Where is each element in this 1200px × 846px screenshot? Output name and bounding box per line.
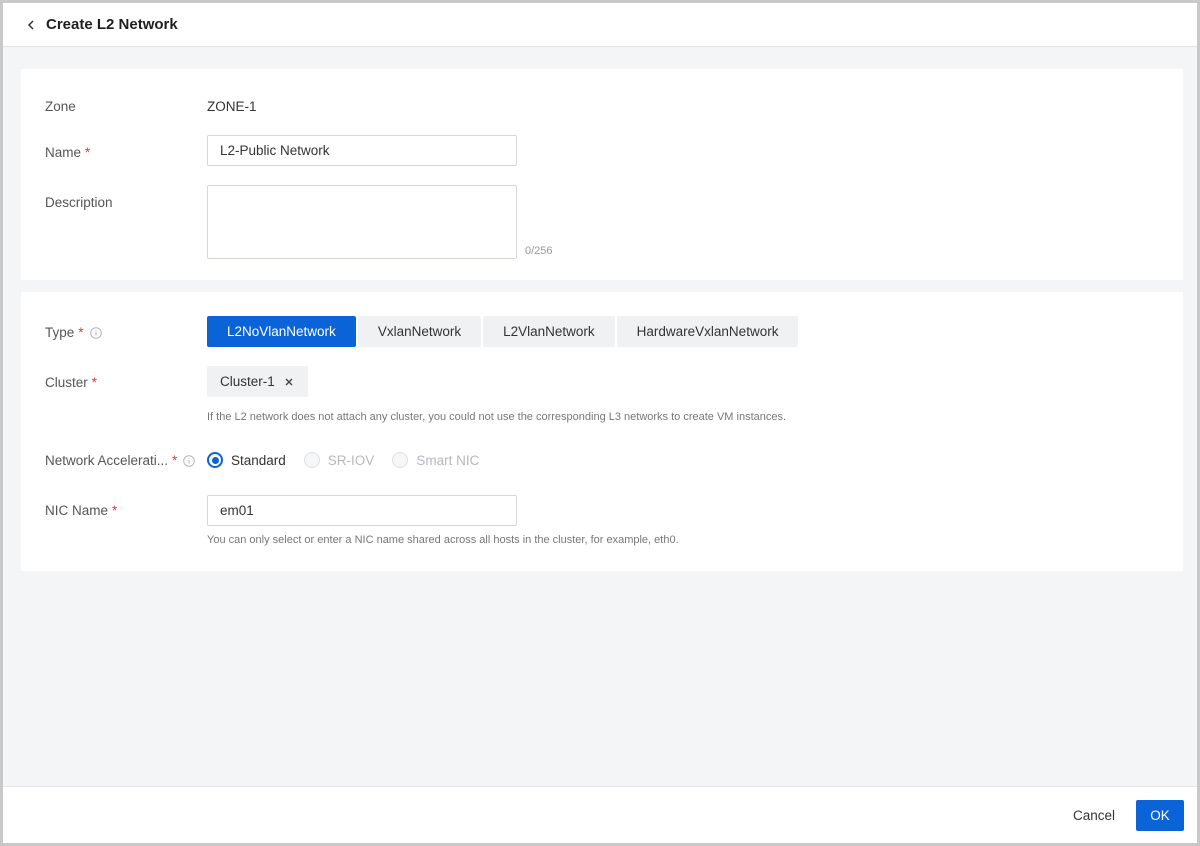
info-icon[interactable] (183, 454, 196, 467)
cluster-tag[interactable]: Cluster-1 (207, 366, 308, 397)
radio-standard-label: Standard (231, 452, 286, 468)
cluster-label: Cluster * (45, 375, 97, 390)
type-segmented-control: L2NoVlanNetwork VxlanNetwork L2VlanNetwo… (207, 316, 800, 347)
nic-name-hint: You can only select or enter a NIC name … (207, 534, 679, 546)
radio-smart-nic-label: Smart NIC (416, 452, 480, 468)
footer-bar: Cancel OK (3, 786, 1197, 843)
zone-label-text: Zone (45, 99, 76, 114)
nic-name-input[interactable] (207, 495, 517, 526)
required-marker: * (112, 503, 118, 518)
nic-name-label: NIC Name * (45, 503, 117, 518)
nic-name-label-text: NIC Name (45, 503, 109, 518)
network-acceleration-label-text: Network Accelerati... (45, 453, 169, 468)
required-marker: * (91, 375, 98, 390)
network-config-card: Type * L2NoVlanNetwork VxlanNetwork L2Vl… (21, 292, 1183, 571)
required-marker: * (85, 145, 91, 160)
radio-smart-nic: Smart NIC (392, 452, 479, 468)
network-acceleration-radio-group: Standard SR-IOV Smart NIC (207, 452, 497, 468)
name-label-text: Name (45, 145, 82, 160)
ok-button[interactable]: OK (1136, 800, 1184, 831)
description-label-text: Description (45, 195, 113, 210)
type-option-l2novlan[interactable]: L2NoVlanNetwork (207, 316, 356, 347)
network-acceleration-label: Network Accelerati... * (45, 453, 196, 468)
info-icon[interactable] (89, 326, 102, 339)
radio-standard[interactable]: Standard (207, 452, 286, 468)
required-marker: * (78, 325, 84, 340)
cluster-tag-label: Cluster-1 (220, 374, 275, 389)
zone-label: Zone (45, 99, 76, 114)
cancel-button[interactable]: Cancel (1059, 800, 1129, 831)
name-input[interactable] (207, 135, 517, 166)
type-option-vxlan[interactable]: VxlanNetwork (357, 316, 482, 347)
page-title: Create L2 Network (46, 16, 178, 33)
type-label-text: Type (45, 325, 75, 340)
radio-sr-iov-label: SR-IOV (327, 452, 375, 468)
basic-info-card: Zone ZONE-1 Name * Description 0/256 (21, 69, 1183, 280)
required-marker: * (172, 453, 178, 468)
description-char-counter: 0/256 (525, 245, 553, 257)
radio-checked-icon (207, 452, 223, 468)
window-frame: Create L2 Network Zone ZONE-1 Name * Des… (0, 0, 1200, 846)
zone-value: ZONE-1 (207, 99, 257, 114)
radio-unchecked-icon (303, 452, 320, 468)
type-option-l2vlan[interactable]: L2VlanNetwork (483, 316, 615, 347)
type-label: Type * (45, 325, 102, 340)
chevron-left-icon[interactable] (25, 19, 37, 31)
description-textarea[interactable] (207, 185, 517, 259)
cluster-label-text: Cluster (45, 375, 88, 390)
cluster-hint: If the L2 network does not attach any cl… (207, 411, 787, 423)
close-icon[interactable] (284, 377, 294, 387)
page-header: Create L2 Network (3, 3, 1197, 47)
radio-unchecked-icon (392, 452, 409, 468)
description-label: Description (45, 195, 113, 210)
type-option-hardware-vxlan[interactable]: HardwareVxlanNetwork (616, 316, 799, 347)
name-label: Name * (45, 145, 90, 160)
radio-sr-iov: SR-IOV (303, 452, 375, 468)
